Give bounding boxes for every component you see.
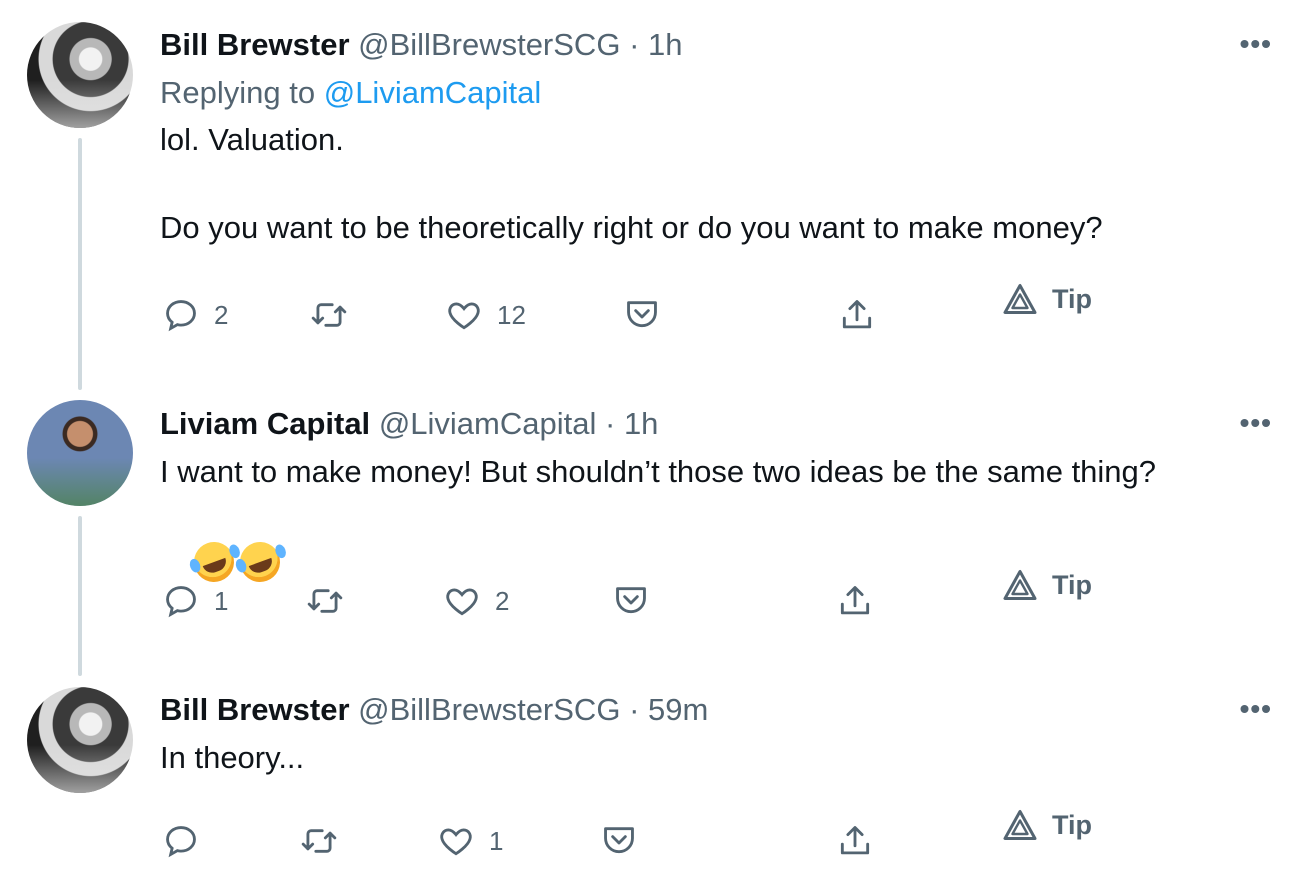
- share-button[interactable]: [836, 822, 874, 860]
- display-name[interactable]: Bill Brewster: [160, 27, 350, 62]
- tip-button[interactable]: Tip: [1002, 568, 1092, 602]
- tweet[interactable]: Bill Brewster @BillBrewsterSCG · 59m •••…: [0, 670, 1304, 896]
- pocket-icon: [604, 827, 634, 854]
- tip-icon: [1003, 570, 1037, 600]
- user-handle[interactable]: @BillBrewsterSCG: [358, 692, 620, 727]
- timestamp[interactable]: 59m: [648, 692, 708, 727]
- heart-icon: [446, 588, 478, 616]
- heart-icon: [448, 302, 480, 330]
- tip-label: Tip: [1052, 569, 1092, 600]
- reply-button[interactable]: [162, 822, 214, 860]
- timestamp[interactable]: 1h: [648, 27, 682, 62]
- reply-count: 2: [214, 299, 229, 330]
- save-button[interactable]: [612, 580, 650, 618]
- retweet-button[interactable]: [300, 822, 338, 860]
- tip-button[interactable]: Tip: [1002, 808, 1092, 842]
- more-options-icon[interactable]: •••: [1240, 30, 1272, 58]
- display-name[interactable]: Liviam Capital: [160, 406, 370, 441]
- timestamp[interactable]: 1h: [624, 406, 658, 441]
- tip-icon: [1003, 284, 1037, 314]
- separator: ·: [604, 406, 616, 441]
- tweet-text: In theory...: [160, 740, 305, 775]
- display-name[interactable]: Bill Brewster: [160, 692, 350, 727]
- more-options-icon[interactable]: •••: [1240, 695, 1272, 723]
- tweet-header: Bill Brewster @BillBrewsterSCG · 1h: [160, 27, 683, 63]
- like-count: 1: [489, 825, 504, 856]
- tweet-actions: 1 2 Tip: [0, 570, 1304, 626]
- reply-icon: [166, 300, 196, 332]
- retweet-button[interactable]: [310, 296, 348, 334]
- pocket-icon: [627, 301, 657, 328]
- retweet-icon: [311, 303, 347, 327]
- share-icon: [840, 586, 870, 615]
- heart-icon: [440, 828, 472, 856]
- reply-icon: [166, 586, 196, 618]
- retweet-icon: [307, 589, 343, 613]
- tweet[interactable]: Bill Brewster @BillBrewsterSCG · 1h ••• …: [0, 0, 1304, 380]
- like-button[interactable]: 2: [443, 582, 509, 620]
- tip-button[interactable]: Tip: [1002, 282, 1092, 316]
- tweet[interactable]: Liviam Capital @LiviamCapital · 1h ••• I…: [0, 380, 1304, 670]
- tweet-actions: 2 12 Tip: [0, 284, 1304, 340]
- avatar[interactable]: [27, 400, 133, 506]
- save-button[interactable]: [623, 294, 661, 332]
- tip-label: Tip: [1052, 809, 1092, 840]
- replying-to-label: Replying to: [160, 75, 324, 110]
- replying-to: Replying to @LiviamCapital: [160, 75, 541, 111]
- user-handle[interactable]: @LiviamCapital: [379, 406, 597, 441]
- separator: ·: [629, 27, 640, 62]
- user-handle[interactable]: @BillBrewsterSCG: [358, 27, 620, 62]
- tip-label: Tip: [1052, 283, 1092, 314]
- reply-button[interactable]: 2: [162, 296, 228, 334]
- share-icon: [842, 300, 872, 329]
- share-icon: [840, 826, 870, 855]
- reply-count: 1: [214, 585, 229, 616]
- like-count: 2: [495, 585, 510, 616]
- like-button[interactable]: 12: [445, 296, 526, 334]
- avatar[interactable]: [27, 687, 133, 793]
- like-button[interactable]: 1: [437, 822, 503, 860]
- reply-icon: [166, 826, 196, 858]
- tweet-text: lol. Valuation. Do you want to be theore…: [160, 122, 1103, 245]
- tweet-actions: 1 Tip: [0, 810, 1304, 868]
- retweet-button[interactable]: [306, 582, 344, 620]
- share-button[interactable]: [838, 296, 876, 334]
- pocket-icon: [616, 587, 646, 614]
- tweet-header: Bill Brewster @BillBrewsterSCG · 59m: [160, 692, 708, 728]
- save-button[interactable]: [600, 820, 638, 858]
- retweet-icon: [301, 829, 337, 853]
- more-options-icon[interactable]: •••: [1240, 409, 1272, 437]
- tip-icon: [1003, 810, 1037, 840]
- reply-handle-link[interactable]: @LiviamCapital: [324, 75, 542, 110]
- reply-button[interactable]: 1: [162, 582, 228, 620]
- share-button[interactable]: [836, 582, 874, 620]
- tweet-header: Liviam Capital @LiviamCapital · 1h: [160, 406, 658, 442]
- separator: ·: [629, 692, 640, 727]
- tweet-text: I want to make money! But shouldn’t thos…: [160, 454, 1157, 489]
- avatar[interactable]: [27, 22, 133, 128]
- like-count: 12: [497, 299, 526, 330]
